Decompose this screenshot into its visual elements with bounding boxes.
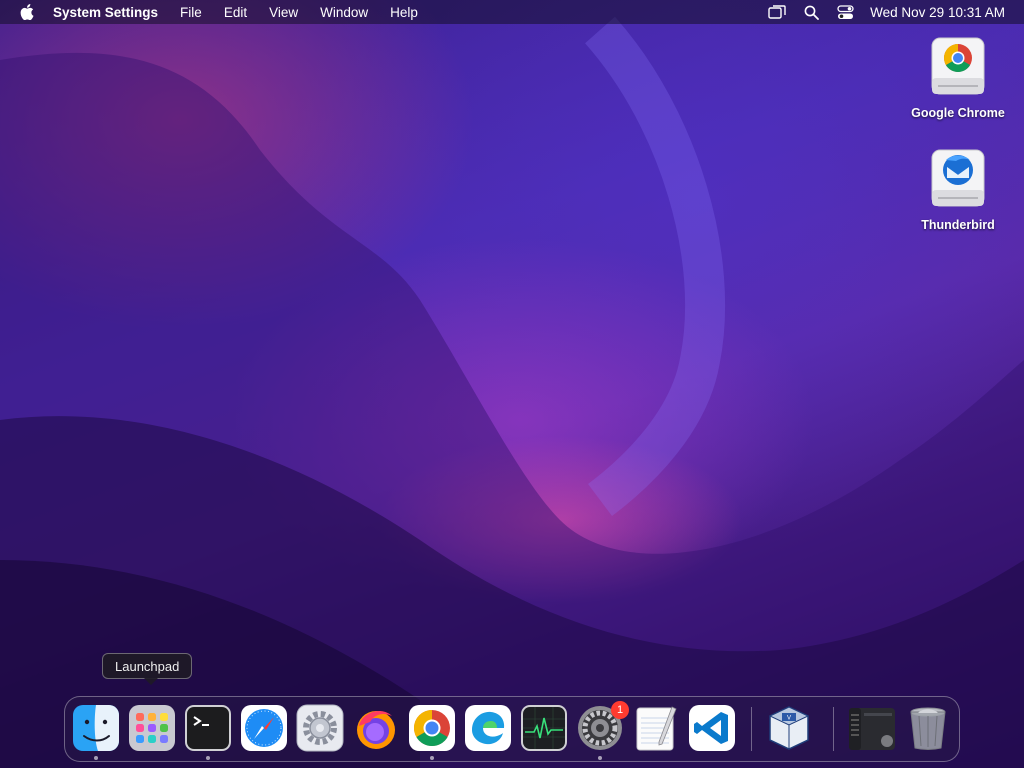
- dock-item-finder[interactable]: [72, 704, 120, 752]
- dock-item-recent-window[interactable]: [848, 704, 896, 752]
- dock-item-safari[interactable]: [240, 704, 288, 752]
- dock-tooltip: Launchpad: [102, 653, 193, 685]
- screen-mirroring-icon[interactable]: [766, 3, 788, 21]
- notification-badge: 1: [611, 701, 629, 719]
- firefox-icon: [357, 711, 395, 749]
- chrome-icon: [409, 705, 455, 751]
- running-indicator: [94, 756, 98, 760]
- app-menu-system-settings[interactable]: System Settings: [51, 0, 169, 24]
- menu-bar: System Settings File Edit View Window He…: [0, 0, 1024, 24]
- desktop-icon-thunderbird[interactable]: Thunderbird: [903, 146, 1013, 232]
- dock-item-virtualbox[interactable]: V: [765, 704, 813, 752]
- dock-separator: [751, 707, 752, 751]
- menu-help[interactable]: Help: [379, 0, 429, 24]
- finder-icon: [73, 705, 119, 751]
- dock-item-microsoft-edge[interactable]: [464, 704, 512, 752]
- launchpad-icon: [129, 705, 175, 751]
- running-indicator: [206, 756, 210, 760]
- running-indicator: [598, 756, 602, 760]
- dock-item-google-chrome[interactable]: [408, 704, 456, 752]
- menu-clock[interactable]: Wed Nov 29 10:31 AM: [870, 5, 1005, 20]
- edge-icon: [465, 705, 511, 751]
- menu-window[interactable]: Window: [309, 0, 379, 24]
- dock-item-terminal[interactable]: [184, 704, 232, 752]
- dock: 1 V: [64, 696, 960, 762]
- window-thumbnail-icon: [849, 708, 895, 750]
- dock-item-textedit[interactable]: [632, 704, 680, 752]
- dock-item-visual-studio-code[interactable]: [688, 704, 736, 752]
- desktop-icon-google-chrome[interactable]: Google Chrome: [903, 34, 1013, 120]
- trash-icon: [910, 707, 946, 750]
- terminal-icon: [185, 705, 231, 751]
- dock-item-firefox[interactable]: [352, 704, 400, 752]
- dock-item-trash[interactable]: [904, 704, 952, 752]
- textedit-icon: [636, 706, 677, 751]
- safari-icon: [241, 705, 287, 751]
- settings-gear-icon: [296, 704, 344, 752]
- spotlight-search-icon[interactable]: [800, 3, 822, 21]
- dock-item-activity-monitor[interactable]: [520, 704, 568, 752]
- apple-menu-icon[interactable]: [17, 2, 37, 22]
- desktop-icon-label: Google Chrome: [911, 106, 1005, 120]
- virtualbox-icon: V: [768, 706, 810, 750]
- menu-view[interactable]: View: [258, 0, 309, 24]
- chrome-disk-icon: [926, 34, 990, 102]
- dock-item-settings-utility[interactable]: [296, 704, 344, 752]
- menu-edit[interactable]: Edit: [213, 0, 258, 24]
- dock-item-launchpad[interactable]: [128, 704, 176, 752]
- running-indicator: [430, 756, 434, 760]
- desktop-icon-label: Thunderbird: [921, 218, 995, 232]
- dock-separator: [833, 707, 834, 751]
- control-center-icon[interactable]: [834, 3, 856, 21]
- svg-text:V: V: [787, 716, 791, 722]
- thunderbird-disk-icon: [926, 146, 990, 214]
- dock-item-system-settings[interactable]: 1: [576, 701, 629, 752]
- vscode-icon: [689, 705, 735, 751]
- activity-monitor-icon: [521, 705, 567, 751]
- menu-file[interactable]: File: [169, 0, 213, 24]
